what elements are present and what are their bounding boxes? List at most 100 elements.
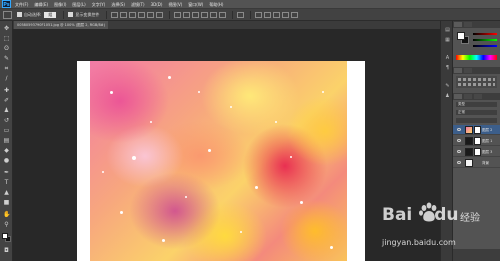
path-select-tool-icon[interactable]: ▲ bbox=[3, 189, 10, 196]
blur-tool-icon[interactable]: ◆ bbox=[3, 147, 10, 154]
dodge-tool-icon[interactable]: ● bbox=[3, 157, 10, 164]
properties-panel-icon[interactable]: ▦ bbox=[444, 37, 451, 43]
layer-row[interactable]: 背景 bbox=[453, 158, 500, 168]
align-left-icon[interactable] bbox=[138, 11, 146, 18]
quick-select-tool-icon[interactable]: ✎ bbox=[3, 55, 10, 62]
gradient-tool-icon[interactable]: ▤ bbox=[3, 137, 10, 144]
auto-select-dropdown[interactable]: 组 bbox=[44, 11, 57, 18]
align-bottom-icon[interactable] bbox=[129, 11, 137, 18]
layer-name: 图层 3 bbox=[482, 150, 493, 154]
layer-mask-thumbnail[interactable] bbox=[474, 126, 481, 134]
adjustment-icon-row[interactable] bbox=[458, 83, 495, 86]
layers-panel-tabs bbox=[453, 93, 500, 100]
adjustment-icon-row[interactable] bbox=[458, 78, 495, 81]
type-tool-icon[interactable]: T bbox=[3, 179, 10, 186]
tab-channels[interactable] bbox=[464, 94, 472, 99]
distribute-bottom-icon[interactable] bbox=[192, 11, 200, 18]
menu-image[interactable]: 图像(I) bbox=[54, 0, 66, 9]
auto-align-icon[interactable] bbox=[237, 11, 245, 18]
eye-icon[interactable] bbox=[457, 139, 461, 142]
align-right-icon[interactable] bbox=[156, 11, 164, 18]
clone-source-panel-icon[interactable]: ♟ bbox=[444, 93, 451, 99]
eyedropper-tool-icon[interactable]: ∕ bbox=[3, 75, 10, 82]
document-canvas[interactable] bbox=[77, 61, 365, 261]
pen-tool-icon[interactable]: ✒ bbox=[3, 169, 10, 176]
show-transform-checkbox[interactable] bbox=[68, 12, 74, 17]
menu-edit[interactable]: 编辑(E) bbox=[34, 0, 48, 9]
distribute-right-icon[interactable] bbox=[219, 11, 227, 18]
align-vcenter-icon[interactable] bbox=[120, 11, 128, 18]
eye-icon[interactable] bbox=[457, 150, 461, 153]
layer-thumbnail bbox=[465, 148, 473, 156]
3d-slide-icon[interactable] bbox=[282, 11, 290, 18]
sparkle bbox=[230, 106, 232, 108]
clone-stamp-tool-icon[interactable]: ♟ bbox=[3, 107, 10, 114]
character-panel-icon[interactable]: A bbox=[444, 55, 451, 61]
lock-controls[interactable] bbox=[456, 118, 497, 123]
blue-slider[interactable] bbox=[473, 45, 497, 47]
sparkle bbox=[275, 121, 277, 123]
3d-pan-icon[interactable] bbox=[273, 11, 281, 18]
layer-name: 图层 2 bbox=[482, 128, 493, 132]
menu-select[interactable]: 选择(S) bbox=[111, 0, 125, 9]
crop-tool-icon[interactable]: ⌗ bbox=[3, 65, 10, 72]
menu-file[interactable]: 文件(F) bbox=[15, 0, 28, 9]
layer-row[interactable]: 图层 2 bbox=[453, 125, 500, 135]
red-slider[interactable] bbox=[473, 33, 497, 35]
menu-view[interactable]: 视图(V) bbox=[168, 0, 182, 9]
align-top-icon[interactable] bbox=[111, 11, 119, 18]
paragraph-panel-icon[interactable]: ¶ bbox=[444, 65, 451, 71]
color-panel-foreground[interactable] bbox=[457, 32, 465, 40]
align-hcenter-icon[interactable] bbox=[147, 11, 155, 18]
layer-mask-thumbnail[interactable] bbox=[474, 148, 481, 156]
3d-scale-icon[interactable] bbox=[291, 11, 299, 18]
color-spectrum[interactable] bbox=[456, 55, 497, 60]
menu-help[interactable]: 帮助(H) bbox=[209, 0, 223, 9]
shape-tool-icon[interactable]: ■ bbox=[3, 199, 10, 206]
3d-roll-icon[interactable] bbox=[264, 11, 272, 18]
tab-paths[interactable] bbox=[474, 94, 482, 99]
green-slider[interactable] bbox=[473, 39, 497, 41]
canvas-area[interactable] bbox=[13, 29, 440, 261]
zoom-tool-icon[interactable]: ⚲ bbox=[3, 221, 10, 228]
eye-icon[interactable] bbox=[457, 128, 461, 131]
layer-mask-thumbnail[interactable] bbox=[474, 137, 481, 145]
document-tab[interactable]: 00580593790F1051.jpg @ 100% (图层 2, RGB/8… bbox=[14, 21, 108, 29]
tab-layers[interactable] bbox=[454, 94, 462, 99]
tab-adjustments[interactable] bbox=[454, 68, 462, 73]
layer-row[interactable]: 图层 3 bbox=[453, 147, 500, 157]
move-tool-icon[interactable]: ✥ bbox=[3, 25, 10, 32]
distribute-top-icon[interactable] bbox=[174, 11, 182, 18]
blend-mode-select[interactable]: 正常 bbox=[456, 110, 497, 115]
layer-name: 背景 bbox=[482, 161, 489, 165]
tab-swatches[interactable] bbox=[464, 22, 472, 27]
brush-tool-icon[interactable]: ✐ bbox=[3, 97, 10, 104]
tab-styles[interactable] bbox=[464, 68, 472, 73]
menu-window[interactable]: 窗口(W) bbox=[188, 0, 203, 9]
layer-kind-filter[interactable]: 类型 bbox=[456, 102, 497, 107]
menu-type[interactable]: 文字(Y) bbox=[92, 0, 106, 9]
history-brush-tool-icon[interactable]: ↺ bbox=[3, 117, 10, 124]
foreground-color-swatch[interactable] bbox=[2, 233, 8, 239]
eye-icon[interactable] bbox=[457, 161, 461, 164]
hand-tool-icon[interactable]: ✋ bbox=[3, 211, 10, 218]
lasso-tool-icon[interactable]: ʘ bbox=[3, 45, 10, 52]
menu-layer[interactable]: 图层(L) bbox=[72, 0, 85, 9]
3d-rotate-icon[interactable] bbox=[255, 11, 263, 18]
eraser-tool-icon[interactable]: ▭ bbox=[3, 127, 10, 134]
brush-panel-icon[interactable]: ✎ bbox=[444, 83, 451, 89]
move-tool-preset-icon[interactable] bbox=[3, 10, 12, 19]
sparkle bbox=[240, 231, 242, 233]
auto-select-checkbox[interactable] bbox=[17, 12, 22, 17]
healing-brush-tool-icon[interactable]: ✚ bbox=[3, 87, 10, 94]
distribute-left-icon[interactable] bbox=[201, 11, 209, 18]
history-panel-icon[interactable]: ▤ bbox=[444, 27, 451, 33]
menu-filter[interactable]: 滤镜(T) bbox=[131, 0, 145, 9]
distribute-hcenter-icon[interactable] bbox=[210, 11, 218, 18]
menu-3d[interactable]: 3D(D) bbox=[151, 0, 163, 9]
layer-row[interactable]: 图层 1 bbox=[453, 136, 500, 146]
tab-color[interactable] bbox=[454, 22, 462, 27]
quick-mask-icon[interactable]: ◘ bbox=[3, 247, 10, 254]
distribute-vcenter-icon[interactable] bbox=[183, 11, 191, 18]
marquee-tool-icon[interactable]: ⬚ bbox=[3, 35, 10, 42]
